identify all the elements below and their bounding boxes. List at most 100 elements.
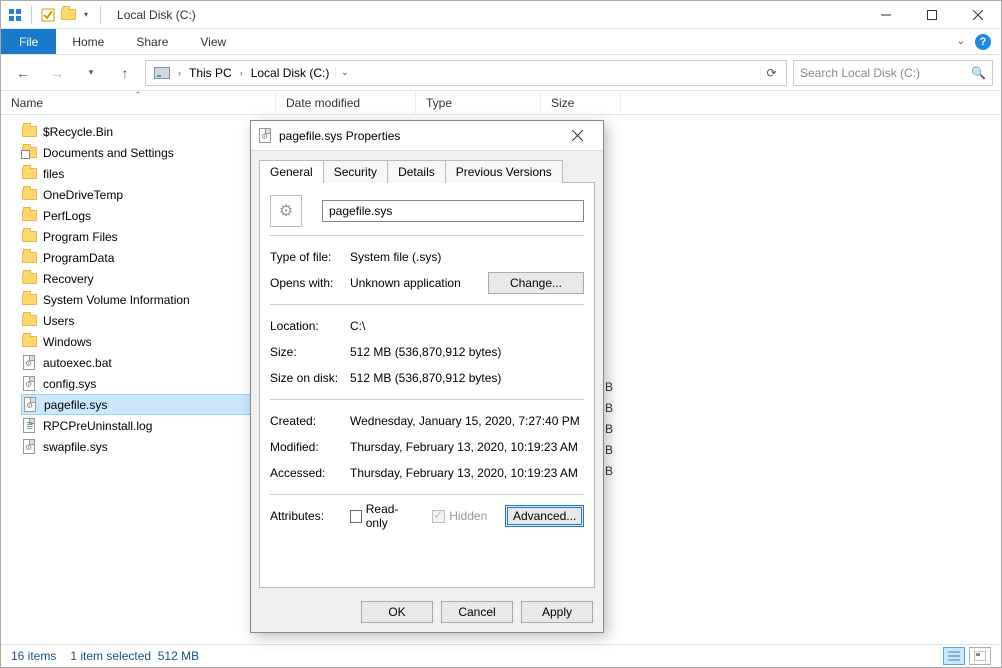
qat-folder-icon[interactable] xyxy=(60,7,76,23)
column-size[interactable]: Size xyxy=(541,91,621,114)
file-row[interactable]: RPCPreUninstall.log xyxy=(21,415,257,436)
column-name[interactable]: Name ⌃ xyxy=(1,91,276,114)
change-button[interactable]: Change... xyxy=(488,272,584,294)
file-row[interactable]: Windows xyxy=(21,331,257,352)
file-name: Windows xyxy=(43,335,92,349)
folder-icon xyxy=(21,229,37,245)
properties-dialog: pagefile.sys Properties General Security… xyxy=(250,120,604,633)
file-row[interactable]: ProgramData xyxy=(21,247,257,268)
label-created: Created: xyxy=(270,414,350,428)
drive-icon xyxy=(154,67,170,79)
up-button[interactable]: ↑ xyxy=(111,59,139,87)
folder-icon xyxy=(21,166,37,182)
file-name: files xyxy=(43,167,64,181)
advanced-button[interactable]: Advanced... xyxy=(505,505,584,527)
ok-button[interactable]: OK xyxy=(361,601,433,623)
chevron-right-icon[interactable]: › xyxy=(176,68,183,78)
system-file-icon xyxy=(21,439,37,455)
tab-general[interactable]: General xyxy=(259,160,324,183)
view-large-button[interactable] xyxy=(969,647,991,665)
file-row[interactable]: pagefile.sys xyxy=(21,394,257,415)
column-date[interactable]: Date modified xyxy=(276,91,416,114)
apply-button[interactable]: Apply xyxy=(521,601,593,623)
file-name: Recovery xyxy=(43,272,94,286)
system-file-icon xyxy=(21,376,37,392)
folder-icon xyxy=(21,313,37,329)
file-row[interactable]: OneDriveTemp xyxy=(21,184,257,205)
system-file-icon xyxy=(22,397,38,413)
app-icon xyxy=(7,7,23,23)
value-accessed: Thursday, February 13, 2020, 10:19:23 AM xyxy=(350,466,584,480)
tab-home[interactable]: Home xyxy=(56,29,120,54)
breadcrumb-local-disk[interactable]: Local Disk (C:) xyxy=(247,64,334,82)
chevron-right-icon[interactable]: › xyxy=(238,68,245,78)
system-file-icon xyxy=(21,355,37,371)
file-row[interactable]: files xyxy=(21,163,257,184)
file-row[interactable]: $Recycle.Bin xyxy=(21,121,257,142)
search-icon[interactable]: 🔍 xyxy=(971,66,986,80)
qat-checkbox-icon[interactable] xyxy=(40,7,56,23)
tab-view[interactable]: View xyxy=(184,29,242,54)
status-selection: 1 item selected 512 MB xyxy=(70,649,199,663)
file-row[interactable]: System Volume Information xyxy=(21,289,257,310)
folder-shortcut-icon xyxy=(21,145,37,161)
tab-security[interactable]: Security xyxy=(323,160,388,183)
folder-icon xyxy=(21,124,37,140)
label-location: Location: xyxy=(270,319,350,333)
search-box[interactable]: Search Local Disk (C:) 🔍 xyxy=(793,60,993,86)
tab-previous-versions[interactable]: Previous Versions xyxy=(445,160,563,183)
dialog-footer: OK Cancel Apply xyxy=(251,592,603,632)
refresh-button[interactable]: ⟳ xyxy=(760,66,782,80)
filename-input[interactable] xyxy=(322,200,584,222)
file-name: $Recycle.Bin xyxy=(43,125,113,139)
back-button[interactable]: ← xyxy=(9,59,37,87)
file-row[interactable]: Documents and Settings xyxy=(21,142,257,163)
help-icon[interactable]: ? xyxy=(975,34,991,50)
view-details-button[interactable] xyxy=(943,647,965,665)
tab-share[interactable]: Share xyxy=(120,29,184,54)
file-type-icon: ⚙ xyxy=(270,195,302,227)
file-row[interactable]: autoexec.bat xyxy=(21,352,257,373)
dialog-body: ⚙ Type of file:System file (.sys) Opens … xyxy=(259,182,595,588)
value-created: Wednesday, January 15, 2020, 7:27:40 PM xyxy=(350,414,584,428)
column-headers: Name ⌃ Date modified Type Size xyxy=(1,91,1001,115)
folder-icon xyxy=(21,334,37,350)
nav-row: ← → ▾ ↑ › This PC › Local Disk (C:) ⌄ ⟳ … xyxy=(1,55,1001,91)
file-row[interactable]: PerfLogs xyxy=(21,205,257,226)
label-size: Size: xyxy=(270,345,350,359)
tab-details[interactable]: Details xyxy=(387,160,446,183)
file-name: Users xyxy=(43,314,74,328)
status-item-count: 16 items xyxy=(11,649,56,663)
label-size-on-disk: Size on disk: xyxy=(270,371,350,385)
dialog-close-button[interactable] xyxy=(557,121,597,151)
sort-asc-icon: ⌃ xyxy=(134,90,142,101)
address-bar[interactable]: › This PC › Local Disk (C:) ⌄ ⟳ xyxy=(145,60,787,86)
folder-icon xyxy=(21,250,37,266)
file-row[interactable]: Users xyxy=(21,310,257,331)
value-size: 512 MB (536,870,912 bytes) xyxy=(350,345,584,359)
value-modified: Thursday, February 13, 2020, 10:19:23 AM xyxy=(350,440,584,454)
file-name: pagefile.sys xyxy=(44,398,107,412)
file-row[interactable]: Program Files xyxy=(21,226,257,247)
history-dropdown-icon[interactable]: ▾ xyxy=(77,59,105,87)
file-tab[interactable]: File xyxy=(1,29,56,54)
file-row[interactable]: config.sys xyxy=(21,373,257,394)
forward-button[interactable]: → xyxy=(43,59,71,87)
cancel-button[interactable]: Cancel xyxy=(441,601,513,623)
label-type-of-file: Type of file: xyxy=(270,250,350,264)
maximize-button[interactable] xyxy=(909,1,955,29)
minimize-button[interactable] xyxy=(863,1,909,29)
address-dropdown-icon[interactable]: ⌄ xyxy=(335,67,353,78)
file-name: RPCPreUninstall.log xyxy=(43,419,152,433)
ribbon-collapse-icon[interactable]: ⌄ xyxy=(957,36,965,47)
breadcrumb-this-pc[interactable]: This PC xyxy=(185,64,236,82)
close-button[interactable] xyxy=(955,1,1001,29)
status-bar: 16 items 1 item selected 512 MB xyxy=(1,644,1001,667)
qat-dropdown-icon[interactable]: ▾ xyxy=(80,10,92,19)
file-row[interactable]: swapfile.sys xyxy=(21,436,257,457)
folder-icon xyxy=(21,292,37,308)
file-row[interactable]: Recovery xyxy=(21,268,257,289)
folder-icon xyxy=(21,208,37,224)
column-type[interactable]: Type xyxy=(416,91,541,114)
checkbox-readonly[interactable]: Read-only xyxy=(350,502,414,530)
